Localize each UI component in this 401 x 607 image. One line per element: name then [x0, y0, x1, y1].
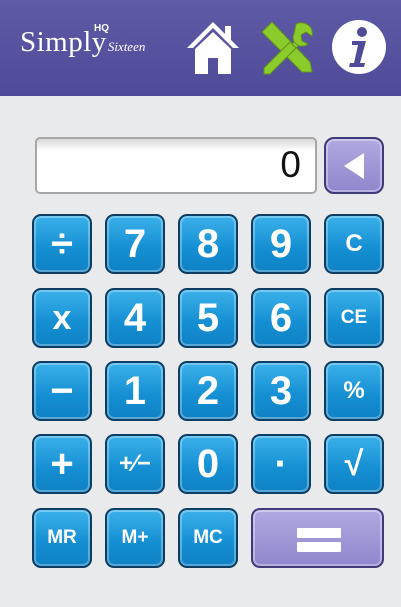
minus-button[interactable]: −: [32, 361, 92, 421]
memory-recall-button[interactable]: MR: [32, 508, 92, 568]
two-button[interactable]: 2: [178, 361, 238, 421]
app-header: HQ SimplySixteen: [0, 0, 401, 96]
info-icon[interactable]: [330, 18, 388, 81]
clear-entry-button[interactable]: CE: [324, 288, 384, 348]
backspace-button[interactable]: [324, 137, 384, 194]
equals-button[interactable]: =: [251, 508, 384, 568]
one-button[interactable]: 1: [105, 361, 165, 421]
three-button[interactable]: 3: [251, 361, 311, 421]
multiply-button[interactable]: x: [32, 288, 92, 348]
equals-bar-top: [297, 528, 341, 538]
simply-sixteen-logo: HQ SimplySixteen: [20, 23, 146, 59]
home-icon[interactable]: [185, 18, 241, 83]
equals-bar-bottom: [297, 542, 341, 552]
plus-minus-button[interactable]: +∕−: [105, 434, 165, 494]
clear-button[interactable]: C: [324, 214, 384, 274]
percent-button[interactable]: %: [324, 361, 384, 421]
zero-button[interactable]: 0: [178, 434, 238, 494]
eight-button[interactable]: 8: [178, 214, 238, 274]
memory-add-button[interactable]: M+: [105, 508, 165, 568]
plus-button[interactable]: +: [32, 434, 92, 494]
backspace-arrow-icon: [344, 153, 364, 179]
result-display: 0: [35, 137, 317, 194]
seven-button[interactable]: 7: [105, 214, 165, 274]
six-button[interactable]: 6: [251, 288, 311, 348]
decimal-button[interactable]: ·: [251, 434, 311, 494]
logo-hq: HQ: [94, 23, 109, 34]
sqrt-button[interactable]: √: [324, 434, 384, 494]
nine-button[interactable]: 9: [251, 214, 311, 274]
five-button[interactable]: 5: [178, 288, 238, 348]
tools-icon[interactable]: [256, 18, 318, 85]
four-button[interactable]: 4: [105, 288, 165, 348]
divide-button[interactable]: ÷: [32, 214, 92, 274]
logo-sub-text: Sixteen: [107, 39, 146, 54]
memory-clear-button[interactable]: MC: [178, 508, 238, 568]
